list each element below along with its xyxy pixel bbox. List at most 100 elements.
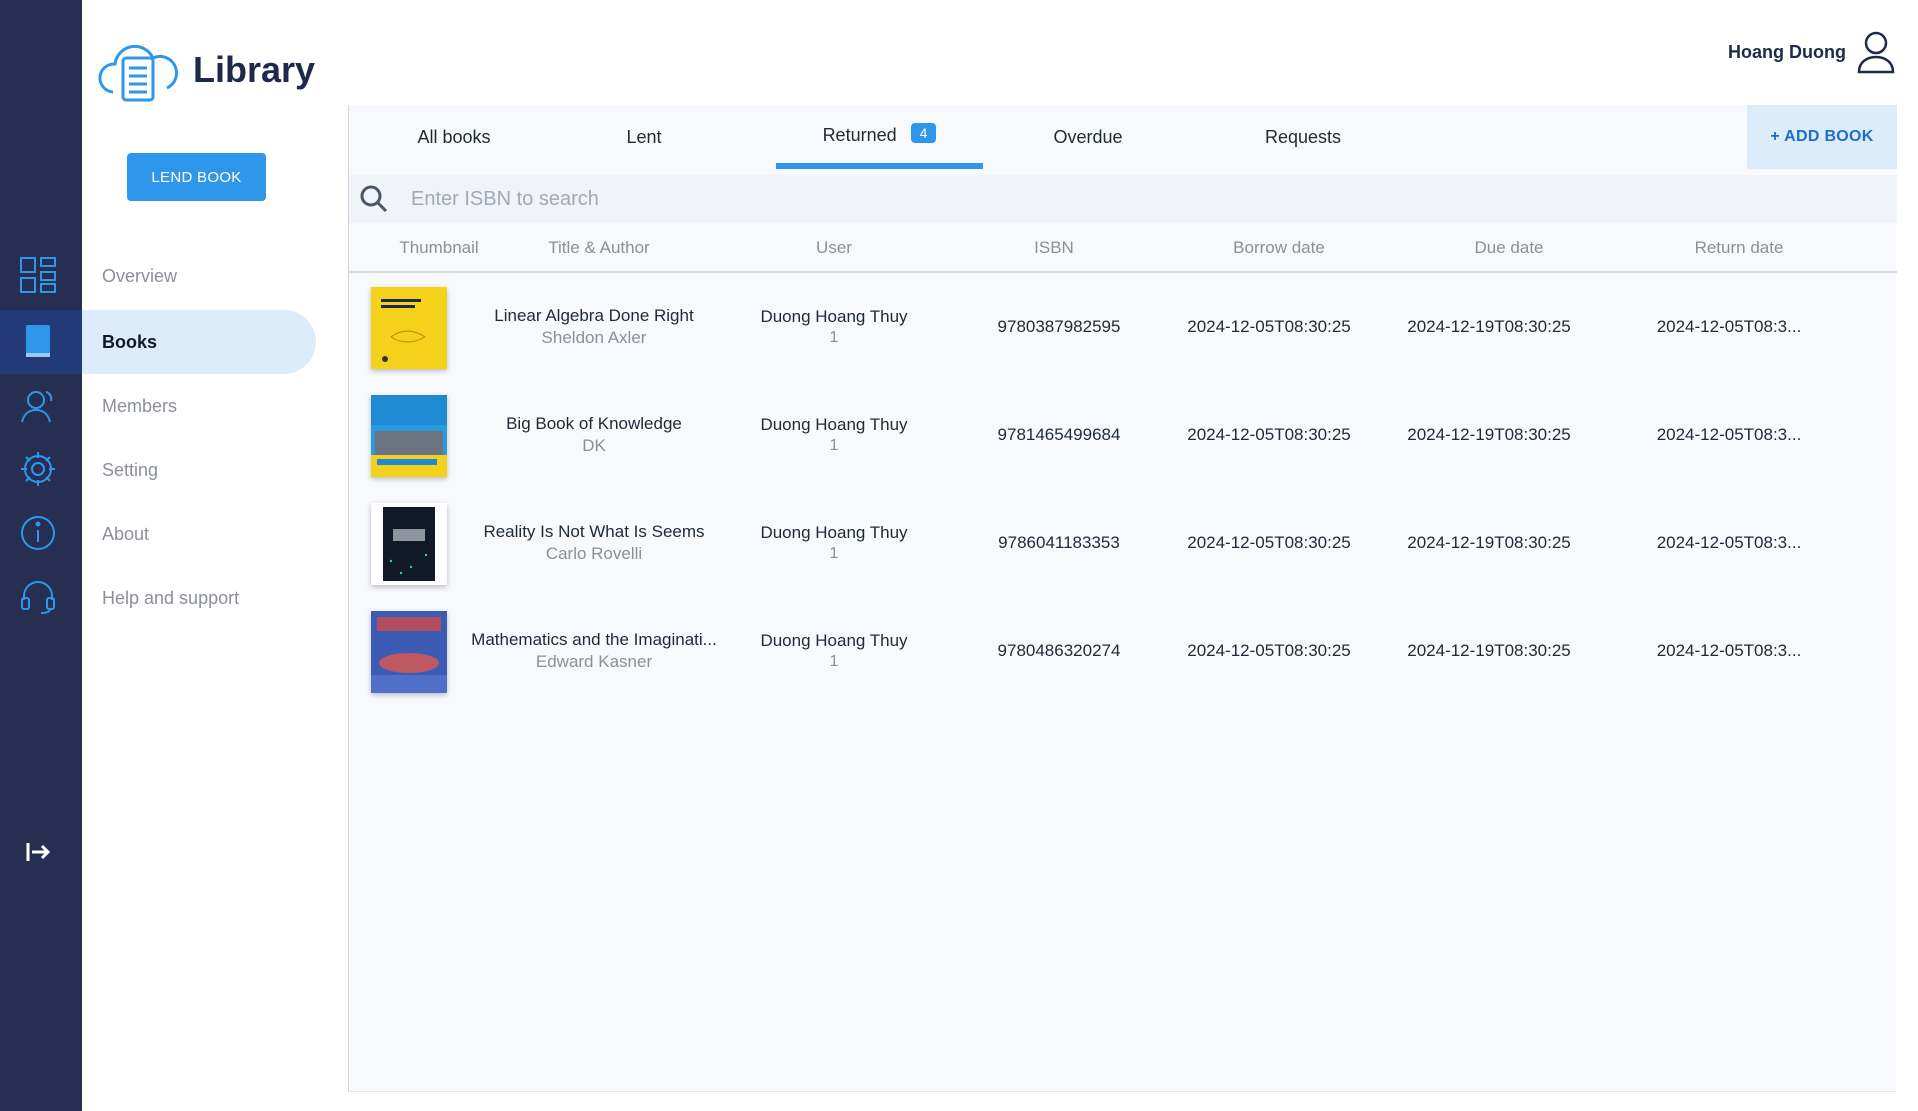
- title-author-cell: Mathematics and the Imaginati... Edward K…: [459, 597, 729, 705]
- table-row[interactable]: Mathematics and the Imaginati... Edward K…: [349, 597, 1897, 705]
- book-title: Reality Is Not What Is Seems: [483, 522, 705, 541]
- book-author: Carlo Rovelli: [545, 544, 643, 563]
- tab-label: Returned: [822, 124, 897, 145]
- members-icon[interactable]: [17, 385, 59, 427]
- due-date-cell: 2024-12-19T08:30:25: [1407, 641, 1571, 660]
- return-date-cell: 2024-12-05T08:3...: [1656, 533, 1802, 552]
- book-author: Sheldon Axler: [541, 328, 647, 347]
- info-icon[interactable]: [17, 512, 59, 554]
- user-name: Duong Hoang Thuy: [760, 415, 908, 434]
- isbn-cell: 9780486320274: [997, 641, 1121, 660]
- table-row[interactable]: Big Book of Knowledge DK Duong Hoang Thuy…: [349, 381, 1897, 489]
- sidebar-item-label: Help and support: [102, 587, 240, 608]
- user-name: Duong Hoang Thuy: [760, 523, 908, 542]
- library-cloud-icon: [98, 44, 179, 102]
- tab-label: All books: [417, 126, 491, 147]
- user-name: Duong Hoang Thuy: [760, 631, 908, 650]
- logout-icon[interactable]: [17, 831, 59, 873]
- due-date-cell: 2024-12-19T08:30:25: [1407, 533, 1571, 552]
- count-badge: 4: [910, 123, 937, 143]
- search-bar: [349, 175, 1897, 223]
- app-logo: Library: [95, 34, 315, 106]
- tab-lent[interactable]: Lent: [539, 105, 749, 169]
- book-thumbnail[interactable]: [371, 287, 447, 369]
- tab-overdue[interactable]: Overdue: [983, 105, 1193, 169]
- book-title: Mathematics and the Imaginati...: [471, 630, 717, 649]
- book-icon[interactable]: [17, 321, 59, 363]
- book-thumbnail[interactable]: [371, 611, 447, 693]
- lend-book-button[interactable]: LEND BOOK: [127, 153, 266, 201]
- tab-label: Overdue: [1053, 126, 1123, 147]
- column-header[interactable]: Return date: [1639, 223, 1839, 273]
- user-cell: Duong Hoang Thuy 1: [749, 273, 919, 381]
- isbn-cell: 9786041183353: [998, 533, 1120, 552]
- sidebar-item-label: Setting: [102, 459, 159, 480]
- user-cell: Duong Hoang Thuy 1: [749, 381, 919, 489]
- borrow-date-cell: 2024-12-05T08:30:25: [1187, 425, 1351, 444]
- tab-returned[interactable]: Returned 4: [776, 105, 983, 169]
- isbn-cell: 9781465499684: [997, 425, 1121, 444]
- user-cell: Duong Hoang Thuy 1: [749, 597, 919, 705]
- sidebar-item-overview[interactable]: Overview: [82, 244, 316, 308]
- isbn-cell: 9780387982595: [997, 317, 1121, 336]
- book-author: Edward Kasner: [535, 652, 653, 671]
- sidebar-item-books[interactable]: Books: [82, 310, 316, 374]
- column-header[interactable]: Thumbnail: [369, 223, 509, 273]
- column-header[interactable]: Title & Author: [509, 223, 689, 273]
- sidebar-item-label: Overview: [102, 265, 178, 286]
- return-date-cell: 2024-12-05T08:3...: [1656, 641, 1802, 660]
- sidebar-item-about[interactable]: About: [82, 502, 316, 566]
- sidebar-item-setting[interactable]: Setting: [82, 438, 316, 502]
- table-row[interactable]: Reality Is Not What Is Seems Carlo Rovell…: [349, 489, 1897, 597]
- column-header[interactable]: User: [749, 223, 919, 273]
- tab-requests[interactable]: Requests: [1193, 105, 1413, 169]
- user-id: 1: [829, 437, 839, 454]
- tab-label: Requests: [1264, 126, 1342, 147]
- dashboard-icon[interactable]: [17, 254, 59, 296]
- column-header[interactable]: ISBN: [969, 223, 1139, 273]
- search-icon: [360, 185, 388, 213]
- borrow-date-cell: 2024-12-05T08:30:25: [1187, 317, 1351, 336]
- due-date-cell: 2024-12-19T08:30:25: [1407, 425, 1571, 444]
- book-thumbnail[interactable]: [371, 503, 447, 585]
- title-author-cell: Linear Algebra Done Right Sheldon Axler: [459, 273, 729, 381]
- tab-bar: All books Lent Returned 4 Overdue Request…: [349, 105, 1897, 169]
- tab-label: Lent: [626, 126, 662, 147]
- column-header[interactable]: Borrow date: [1179, 223, 1379, 273]
- sidebar-item-label: Members: [102, 395, 178, 416]
- icon-rail: [0, 0, 82, 1111]
- borrow-date-cell: 2024-12-05T08:30:25: [1187, 641, 1351, 660]
- return-date-cell: 2024-12-05T08:3...: [1656, 425, 1802, 444]
- add-book-button[interactable]: + ADD BOOK: [1747, 105, 1897, 169]
- title-author-cell: Big Book of Knowledge DK: [459, 381, 729, 489]
- search-input[interactable]: [411, 187, 1011, 211]
- book-thumbnail[interactable]: [371, 395, 447, 477]
- user-id: 1: [829, 545, 839, 562]
- sidebar-item-label: About: [102, 523, 150, 544]
- user-name: Duong Hoang Thuy: [760, 307, 908, 326]
- book-title: Linear Algebra Done Right: [494, 306, 694, 325]
- tab-all-books[interactable]: All books: [369, 105, 539, 169]
- sidebar-item-label: Books: [102, 331, 158, 352]
- user-id: 1: [829, 329, 839, 346]
- title-author-cell: Reality Is Not What Is Seems Carlo Rovell…: [459, 489, 729, 597]
- sidebar-item-members[interactable]: Members: [82, 374, 316, 438]
- user-cell: Duong Hoang Thuy 1: [749, 489, 919, 597]
- user-name: Hoang Duong: [1728, 41, 1846, 62]
- return-date-cell: 2024-12-05T08:3...: [1656, 317, 1802, 336]
- user-id: 1: [829, 653, 839, 670]
- app-title: Library: [193, 49, 316, 90]
- table-header: Thumbnail Title & Author User ISBN Borro…: [349, 223, 1897, 273]
- sidebar-item-help[interactable]: Help and support: [82, 566, 316, 630]
- book-title: Big Book of Knowledge: [506, 414, 682, 433]
- borrow-date-cell: 2024-12-05T08:30:25: [1187, 533, 1351, 552]
- headset-support-icon[interactable]: [17, 575, 59, 617]
- book-author: DK: [582, 436, 606, 455]
- table-row[interactable]: Linear Algebra Done Right Sheldon Axler D…: [349, 273, 1897, 381]
- due-date-cell: 2024-12-19T08:30:25: [1407, 317, 1571, 336]
- settings-gear-icon[interactable]: [17, 448, 59, 490]
- user-menu[interactable]: Hoang Duong: [1728, 30, 1896, 74]
- column-header[interactable]: Due date: [1409, 223, 1609, 273]
- user-avatar-icon: [1857, 31, 1895, 74]
- books-panel: All books Lent Returned 4 Overdue Request…: [348, 105, 1897, 1092]
